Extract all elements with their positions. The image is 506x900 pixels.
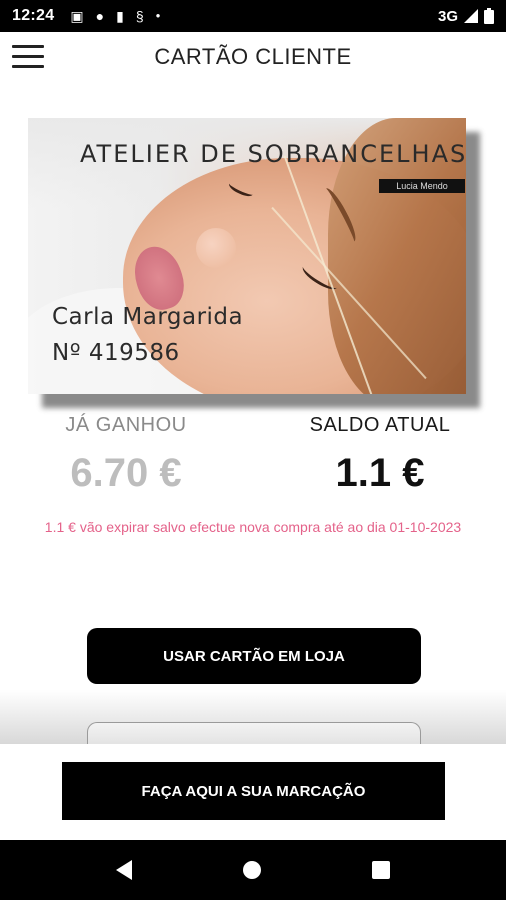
home-icon[interactable] bbox=[242, 861, 261, 879]
card-sub-brand: Lucia Mendo bbox=[379, 179, 465, 193]
status-right: 3G bbox=[438, 8, 494, 25]
card-number: Nº 419586 bbox=[52, 340, 180, 366]
earned-label: JÁ GANHOU bbox=[65, 414, 187, 436]
sd-card-icon: ▮ bbox=[116, 8, 124, 24]
book-appointment-button[interactable]: FAÇA AQUI A SUA MARCAÇÃO bbox=[62, 762, 445, 820]
use-card-in-store-button[interactable]: USAR CARTÃO EM LOJA bbox=[87, 628, 421, 684]
chat-icon: ● bbox=[95, 8, 105, 24]
app-bar: CARTÃO CLIENTE bbox=[0, 32, 506, 82]
notification-icons: ▣ ● ▮ § ● bbox=[70, 9, 160, 23]
dot-icon: ● bbox=[155, 11, 161, 20]
loyalty-card: ATELIER DE SOBRANCELHAS Lucia Mendo Carl… bbox=[28, 118, 480, 408]
card-holder-name: Carla Margarida bbox=[52, 304, 244, 330]
page-title: CARTÃO CLIENTE bbox=[154, 44, 352, 69]
card-image: ATELIER DE SOBRANCELHAS Lucia Mendo Carl… bbox=[28, 118, 466, 394]
system-nav-bar bbox=[0, 840, 506, 900]
status-time: 12:24 bbox=[12, 7, 55, 24]
image-icon: ▣ bbox=[70, 8, 84, 24]
recent-apps-icon[interactable] bbox=[372, 861, 391, 879]
balance-stat: SALDO ATUAL 1.1 € bbox=[282, 414, 478, 496]
card-brand: ATELIER DE SOBRANCELHAS bbox=[80, 140, 466, 168]
network-type: 3G bbox=[437, 7, 458, 25]
signal-icon bbox=[464, 9, 478, 23]
battery-icon bbox=[484, 8, 494, 24]
expiry-note: 1.1 € vão expirar salvo efectue nova com… bbox=[44, 519, 462, 535]
balance-value: 1.1 € bbox=[335, 451, 425, 495]
balance-label: SALDO ATUAL bbox=[309, 414, 451, 436]
s-icon: § bbox=[135, 8, 144, 24]
hamburger-menu-icon[interactable] bbox=[12, 45, 44, 69]
back-icon[interactable] bbox=[115, 860, 132, 880]
earned-value: 6.70 € bbox=[70, 451, 182, 495]
earned-stat: JÁ GANHOU 6.70 € bbox=[28, 414, 224, 496]
status-bar: 12:24 ▣ ● ▮ § ● 3G bbox=[0, 0, 506, 32]
